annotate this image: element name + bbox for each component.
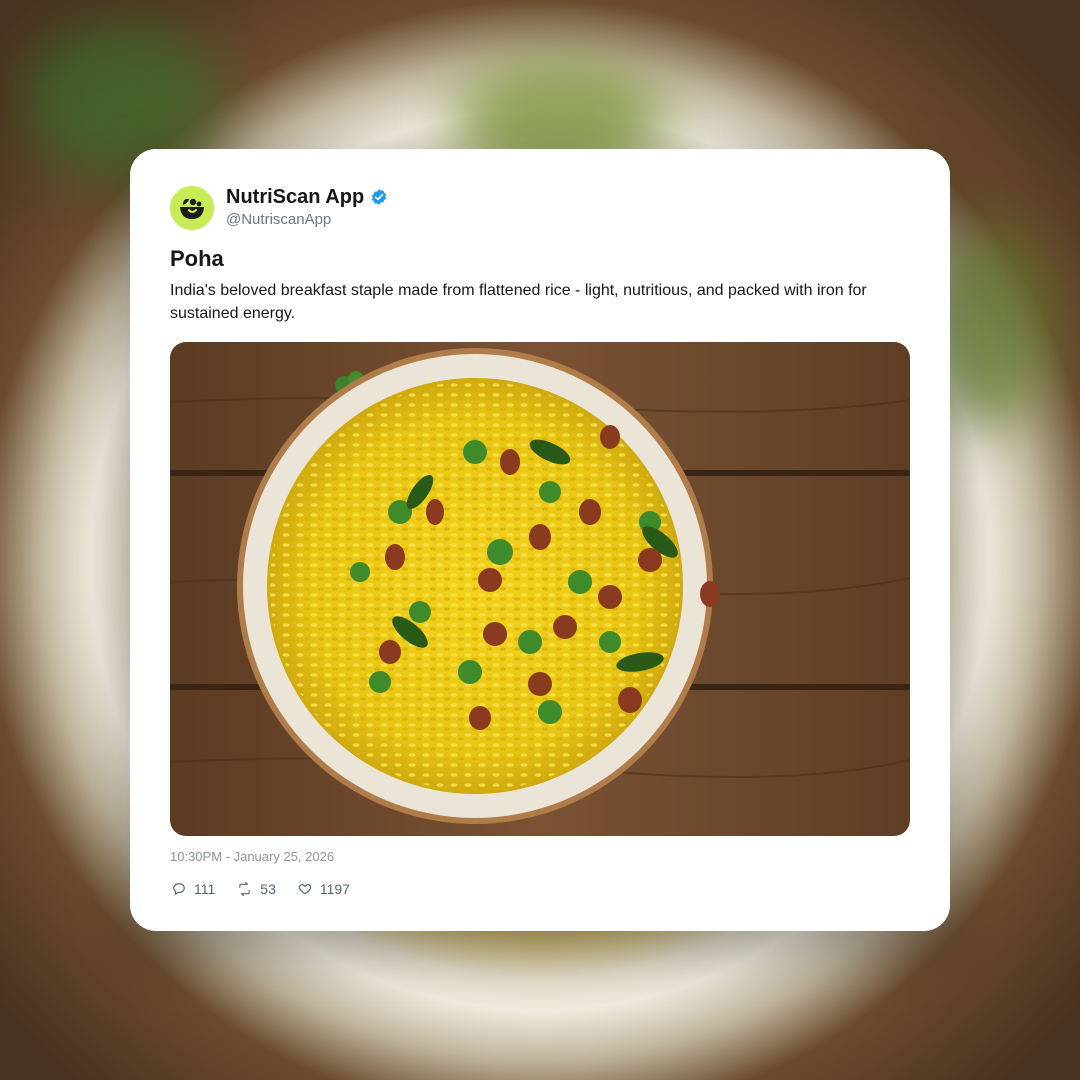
post-header: NutriScan App @NutriscanApp (170, 185, 388, 230)
repost-count: 53 (260, 881, 276, 897)
heart-icon (298, 884, 311, 895)
author-handle[interactable]: @NutriscanApp (226, 210, 388, 230)
reply-count: 111 (194, 881, 216, 897)
display-name-row: NutriScan App (226, 185, 388, 209)
author-names: NutriScan App @NutriscanApp (226, 185, 388, 230)
reply-icon (173, 883, 185, 895)
reply-button[interactable]: 111 (172, 881, 215, 897)
nutriscan-logo-icon (180, 198, 204, 219)
like-button[interactable]: 1197 (298, 881, 350, 897)
like-count: 1197 (319, 881, 350, 897)
post-image[interactable] (170, 342, 910, 836)
post-card: NutriScan App @NutriscanApp Poha India's… (130, 149, 950, 931)
avatar[interactable] (170, 185, 214, 230)
repost-button[interactable]: 53 (237, 881, 276, 897)
poha-food-image (170, 342, 910, 836)
verified-badge-icon (370, 188, 388, 206)
display-name[interactable]: NutriScan App (226, 185, 364, 209)
repost-icon (239, 882, 251, 896)
post-description: India's beloved breakfast staple made fr… (170, 282, 867, 322)
post-timestamp[interactable]: 10:30PM - January 25, 2026 (170, 849, 334, 864)
post-stats: 111 53 1197 (172, 881, 372, 897)
post-title: Poha (170, 246, 224, 271)
